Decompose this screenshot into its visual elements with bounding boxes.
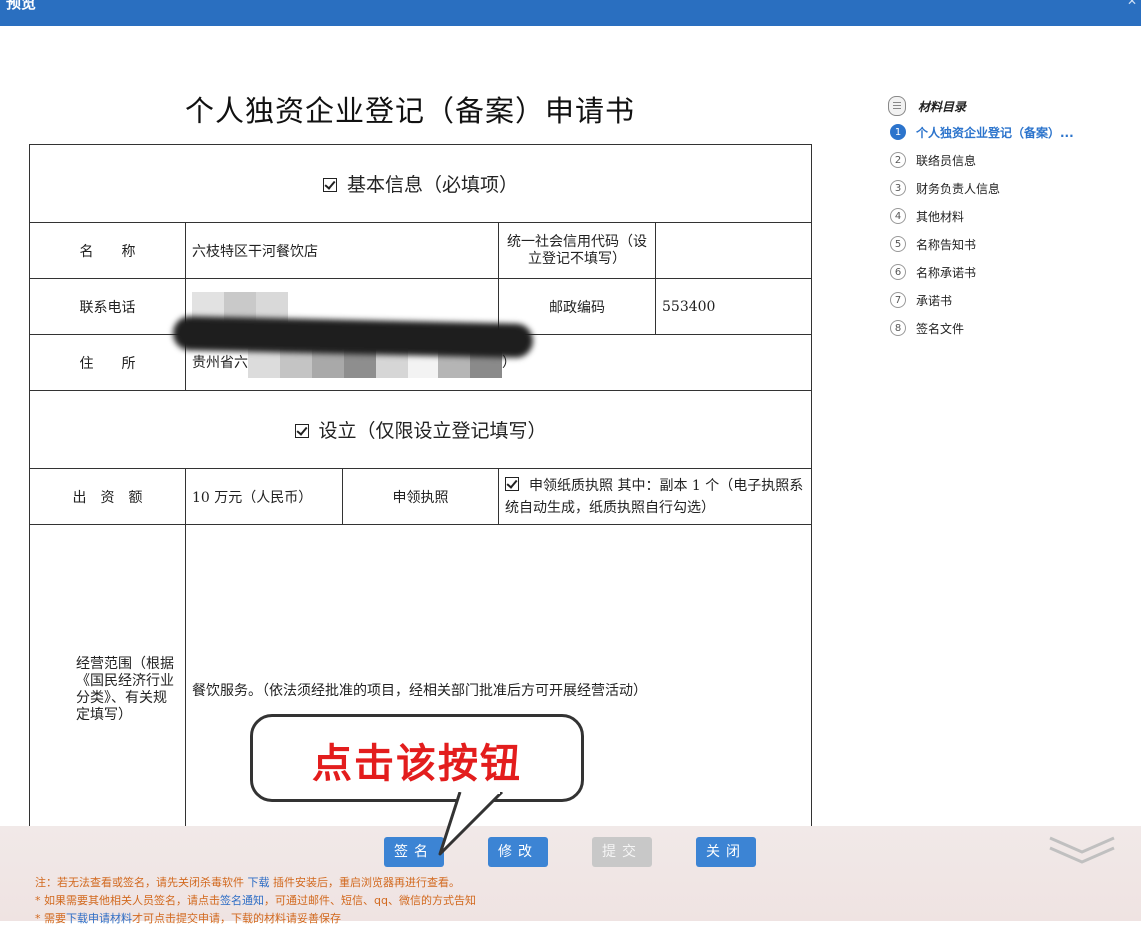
toc-item[interactable]: 2 联络员信息: [888, 146, 1074, 174]
credit-code-label: 统一社会信用代码（设立登记不填写）: [498, 222, 656, 279]
document-title: 个人独资企业登记（备案）申请书: [185, 94, 636, 128]
checkbox-icon: [505, 476, 519, 491]
license-label: 申领执照: [342, 468, 499, 525]
note-line-3: * 需要下载申请材料才可点击提交申请，下载的材料请妥善保存: [35, 912, 341, 925]
section-establish: 设立（仅限设立登记填写）: [28, 390, 813, 469]
submit-button[interactable]: 提交: [592, 837, 652, 867]
material-directory: 材料目录 1 个人独资企业登记（备案）... 2 联络员信息 3 财务负责人信息 4其…: [888, 94, 1074, 342]
toc-item[interactable]: 7 承诺书: [888, 286, 1074, 314]
note-line-1: 注：若无法查看或签名，请先关闭杀毒软件 下载 插件安装后，重启浏览器再进行查看。: [35, 876, 460, 889]
scope-label: 经营范围（根据《国民经济行业分类》、有关规定填写）: [29, 524, 186, 826]
license-value: 申领纸质执照 其中：副本 1 个（电子执照系统自动生成，纸质执照自行勾选）: [497, 468, 813, 525]
notes: 注：若无法查看或签名，请先关闭杀毒软件 下载 插件安装后，重启浏览器再进行查看。…: [35, 874, 476, 928]
toc-item[interactable]: 8 签名文件: [888, 314, 1074, 342]
close-icon[interactable]: ✕: [1127, 0, 1137, 8]
capital-label: 出 资 额: [29, 468, 186, 525]
toc-item[interactable]: 5 名称告知书: [888, 230, 1074, 258]
title-bar: 预览 ✕: [0, 0, 1141, 26]
sign-notice-link[interactable]: 签名通知: [220, 894, 264, 907]
capital-value: 10 万元（人民币）: [185, 468, 343, 525]
window-title: 预览: [6, 0, 37, 12]
checkbox-icon: [323, 178, 338, 192]
toc-item[interactable]: 3 财务负责人信息: [888, 174, 1074, 202]
phone-label: 联系电话: [29, 278, 186, 335]
name-label: 名 称: [29, 222, 186, 279]
checkbox-icon: [294, 424, 309, 438]
callout-tail: [438, 792, 504, 856]
address-label: 住 所: [29, 334, 186, 391]
credit-code-value: [654, 222, 813, 279]
toc-heading: 材料目录: [888, 94, 1074, 118]
close-button[interactable]: 关闭: [696, 837, 756, 867]
action-footer: 签名 修改 提交 关闭 注：若无法查看或签名，请先关闭杀毒软件 下载 插件安装后…: [0, 826, 1141, 925]
toc-item[interactable]: 1 个人独资企业登记（备案）...: [888, 118, 1074, 146]
callout-bubble: 点击该按钮: [250, 714, 584, 802]
chevron-down-icon[interactable]: [1048, 832, 1116, 866]
postcode-value: 553400: [654, 278, 813, 335]
section-basic-info: 基本信息（必填项）: [28, 144, 813, 223]
toc-item[interactable]: 6 名称承诺书: [888, 258, 1074, 286]
download-plugin-link[interactable]: 下载: [248, 876, 270, 889]
book-icon: [888, 96, 906, 116]
toc-item[interactable]: 4 其他材料: [888, 202, 1074, 230]
name-value: 六枝特区干河餐饮店: [185, 222, 499, 279]
download-materials-link[interactable]: 下载申请材料: [66, 912, 132, 925]
callout-text: 点击该按钮: [312, 741, 522, 787]
document-preview[interactable]: 个人独资企业登记（备案）申请书 基本信息（必填项） 名 称 六枝特区干河餐饮店 …: [0, 26, 860, 826]
note-line-2: * 如果需要其他相关人员签名，请点击签名通知，可通过邮件、短信、qq、微信的方式…: [35, 894, 476, 907]
